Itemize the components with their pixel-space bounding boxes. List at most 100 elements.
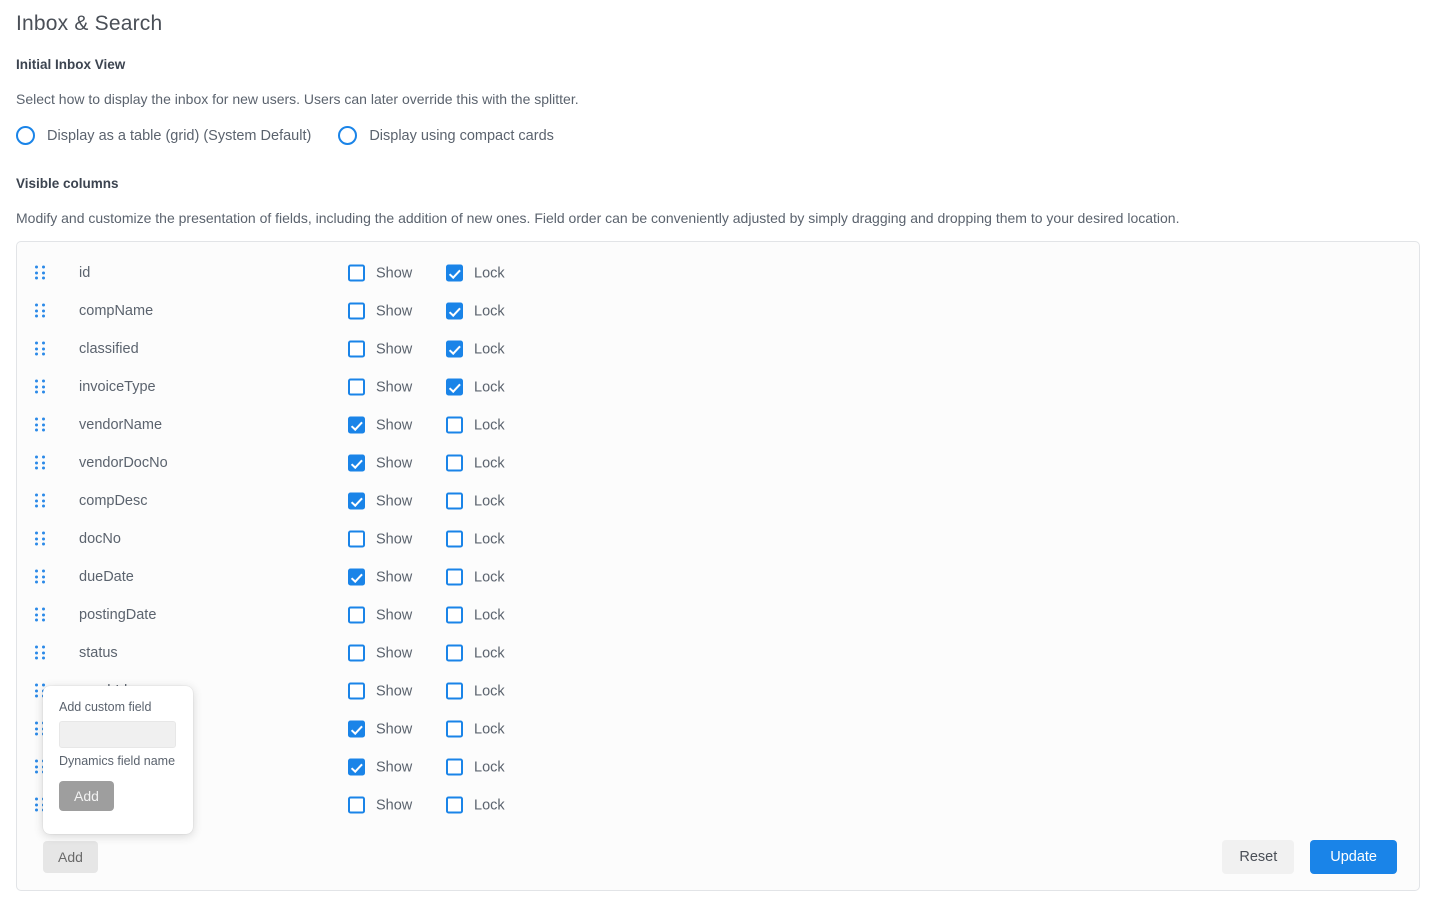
drag-handle-icon[interactable]: [35, 379, 47, 395]
lock-checkbox[interactable]: [446, 530, 463, 548]
show-checkbox[interactable]: [348, 606, 365, 624]
lock-checkbox[interactable]: [446, 416, 463, 434]
lock-checkbox-group[interactable]: Lock: [446, 644, 505, 662]
drag-handle-icon[interactable]: [35, 417, 47, 433]
show-checkbox-label: Show: [376, 303, 413, 319]
popup-title: Add custom field: [59, 700, 152, 714]
drag-handle-icon[interactable]: [35, 645, 47, 661]
table-row: postingDate Show Lock: [17, 596, 1419, 634]
lock-checkbox[interactable]: [446, 644, 463, 662]
radio-option-compact-cards[interactable]: Display using compact cards: [338, 126, 554, 145]
show-checkbox-group[interactable]: Show: [348, 568, 412, 586]
lock-checkbox[interactable]: [446, 758, 463, 776]
show-checkbox[interactable]: [348, 416, 365, 434]
show-checkbox[interactable]: [348, 378, 365, 396]
show-checkbox[interactable]: [348, 530, 365, 548]
show-checkbox-group[interactable]: Show: [348, 720, 412, 738]
visible-columns-label: Visible columns: [16, 176, 119, 191]
show-checkbox-label: Show: [376, 341, 413, 357]
lock-checkbox[interactable]: [446, 340, 463, 358]
lock-checkbox-group[interactable]: Lock: [446, 720, 505, 738]
lock-checkbox-group[interactable]: Lock: [446, 302, 505, 320]
lock-checkbox[interactable]: [446, 796, 463, 814]
show-checkbox-group[interactable]: Show: [348, 416, 412, 434]
show-checkbox-group[interactable]: Show: [348, 264, 413, 282]
show-checkbox[interactable]: [348, 302, 365, 320]
lock-checkbox-group[interactable]: Lock: [446, 682, 505, 700]
lock-checkbox[interactable]: [446, 264, 463, 282]
panel-actions: Reset Update: [1222, 840, 1397, 874]
show-checkbox[interactable]: [348, 796, 365, 814]
show-checkbox-label: Show: [376, 379, 413, 395]
show-checkbox-group[interactable]: Show: [348, 302, 413, 320]
lock-checkbox[interactable]: [446, 720, 463, 738]
visible-columns-panel: id Show Lock compName Show Lock classified Show…: [16, 241, 1420, 891]
show-checkbox-label: Show: [376, 759, 413, 775]
popup-add-button[interactable]: Add: [59, 781, 114, 811]
show-checkbox[interactable]: [348, 758, 365, 776]
initial-inbox-view-radio-group: Display as a table (grid) (System Defaul…: [16, 126, 554, 145]
lock-checkbox-group[interactable]: Lock: [446, 340, 505, 358]
lock-checkbox-group[interactable]: Lock: [446, 796, 505, 814]
lock-checkbox[interactable]: [446, 492, 463, 510]
drag-handle-icon[interactable]: [35, 303, 47, 319]
add-custom-field-button[interactable]: Add: [43, 841, 98, 873]
lock-checkbox-label: Lock: [474, 607, 505, 623]
table-row: compDesc Show Lock: [17, 482, 1419, 520]
show-checkbox[interactable]: [348, 568, 365, 586]
field-name-label: vendorDocNo: [79, 455, 168, 471]
show-checkbox[interactable]: [348, 720, 365, 738]
lock-checkbox[interactable]: [446, 454, 463, 472]
update-button[interactable]: Update: [1310, 840, 1397, 874]
lock-checkbox[interactable]: [446, 568, 463, 586]
show-checkbox-group[interactable]: Show: [348, 454, 412, 472]
show-checkbox[interactable]: [348, 682, 365, 700]
lock-checkbox-group[interactable]: Lock: [446, 264, 505, 282]
show-checkbox-group[interactable]: Show: [348, 758, 413, 776]
radio-icon[interactable]: [16, 126, 35, 145]
drag-handle-icon[interactable]: [35, 569, 47, 585]
lock-checkbox-group[interactable]: Lock: [446, 606, 505, 624]
show-checkbox[interactable]: [348, 454, 365, 472]
show-checkbox-group[interactable]: Show: [348, 340, 413, 358]
show-checkbox[interactable]: [348, 644, 365, 662]
drag-handle-icon[interactable]: [35, 493, 47, 509]
field-name-label: dueDate: [79, 569, 134, 585]
lock-checkbox-group[interactable]: Lock: [446, 378, 505, 396]
drag-handle-icon[interactable]: [35, 531, 47, 547]
lock-checkbox[interactable]: [446, 302, 463, 320]
show-checkbox-group[interactable]: Show: [348, 492, 412, 510]
show-checkbox-group[interactable]: Show: [348, 644, 412, 662]
lock-checkbox-label: Lock: [474, 683, 505, 699]
drag-handle-icon[interactable]: [35, 455, 47, 471]
show-checkbox-label: Show: [376, 265, 413, 281]
dynamics-field-name-input[interactable]: [59, 721, 176, 748]
lock-checkbox-group[interactable]: Lock: [446, 416, 505, 434]
table-row: id Show Lock: [17, 254, 1419, 292]
lock-checkbox[interactable]: [446, 682, 463, 700]
show-checkbox-group[interactable]: Show: [348, 606, 412, 624]
drag-handle-icon[interactable]: [35, 265, 47, 281]
show-checkbox-group[interactable]: Show: [348, 796, 412, 814]
visible-columns-help: Modify and customize the presentation of…: [16, 210, 1180, 226]
show-checkbox-group[interactable]: Show: [348, 530, 412, 548]
lock-checkbox-group[interactable]: Lock: [446, 492, 505, 510]
lock-checkbox[interactable]: [446, 378, 463, 396]
radio-icon[interactable]: [338, 126, 358, 145]
lock-checkbox-group[interactable]: Lock: [446, 568, 505, 586]
show-checkbox-group[interactable]: Show: [348, 378, 413, 396]
drag-handle-icon[interactable]: [35, 341, 47, 357]
show-checkbox-group[interactable]: Show: [348, 682, 412, 700]
lock-checkbox[interactable]: [446, 606, 463, 624]
drag-handle-icon[interactable]: [35, 607, 47, 623]
show-checkbox[interactable]: [348, 492, 365, 510]
reset-button[interactable]: Reset: [1222, 840, 1295, 874]
show-checkbox[interactable]: [348, 340, 365, 358]
radio-option-table-grid[interactable]: Display as a table (grid) (System Defaul…: [16, 126, 311, 145]
lock-checkbox-group[interactable]: Lock: [446, 454, 505, 472]
lock-checkbox-group[interactable]: Lock: [446, 758, 505, 776]
add-custom-field-popup: Add custom field Dynamics field name Add: [43, 686, 193, 834]
lock-checkbox-group[interactable]: Lock: [446, 530, 505, 548]
table-row: Show Lock: [17, 748, 1419, 786]
show-checkbox[interactable]: [348, 264, 365, 282]
